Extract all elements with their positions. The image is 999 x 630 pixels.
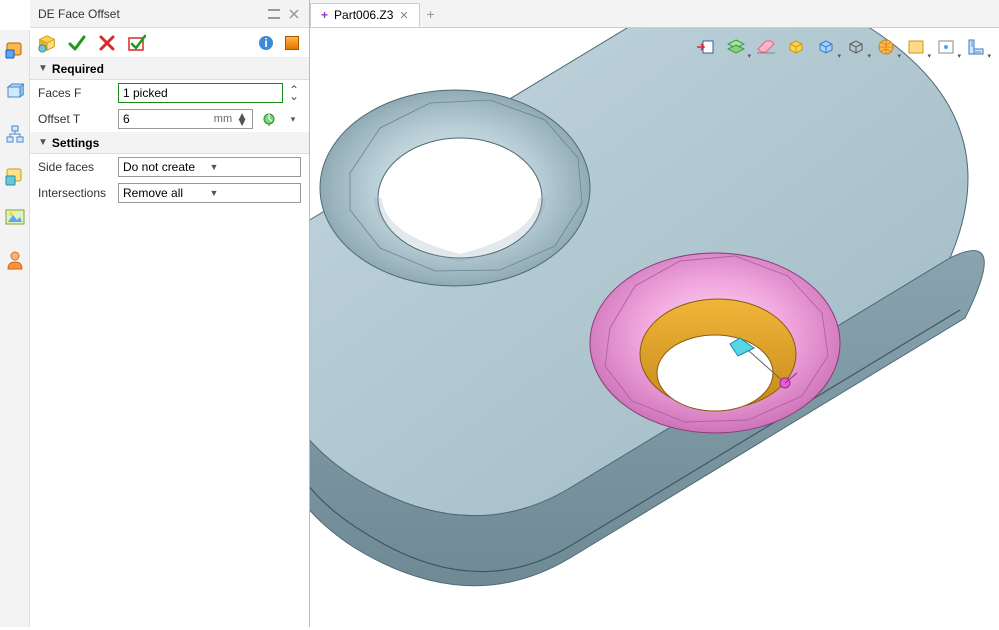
offset-unit: mm (214, 113, 234, 125)
view-ruler-icon[interactable] (965, 36, 987, 58)
properties-panel: DE Face Offset (30, 0, 310, 627)
rail-image-icon[interactable] (3, 206, 27, 230)
view-grid-icon[interactable] (935, 36, 957, 58)
panel-close-icon[interactable] (287, 7, 301, 21)
ok-button[interactable] (66, 32, 88, 54)
offset-flip-icon[interactable]: ▾ (285, 111, 301, 127)
intersections-label: Intersections (38, 186, 114, 200)
svg-text:i: i (264, 36, 267, 50)
rail-user-icon[interactable] (3, 248, 27, 272)
new-tab-button[interactable]: + (420, 0, 442, 27)
command-row: i (30, 28, 309, 58)
field-offset: Offset T mm ▲▼ ▾ (30, 106, 309, 132)
left-rail (0, 30, 30, 627)
view-face-icon[interactable] (905, 36, 927, 58)
view-insert-icon[interactable] (695, 36, 717, 58)
section-settings-header[interactable]: ▼ Settings (30, 132, 309, 154)
offset-measure-icon[interactable] (261, 111, 277, 127)
hole-left (320, 90, 590, 286)
field-faces: Faces F ⌃⌄ (30, 80, 309, 106)
tab-label: Part006.Z3 (334, 8, 393, 22)
document-tab-active[interactable]: + Part006.Z3 ✕ (310, 3, 420, 27)
rail-manager-icon[interactable] (3, 38, 27, 62)
document-tab-bar: + Part006.Z3 ✕ + (310, 0, 999, 28)
info-button[interactable]: i (255, 32, 277, 54)
cancel-button[interactable] (96, 32, 118, 54)
3d-model (310, 28, 999, 627)
rail-box-icon[interactable] (3, 80, 27, 104)
rail-part-icon[interactable] (3, 164, 27, 188)
side-faces-label: Side faces (38, 160, 114, 174)
side-faces-dropdown[interactable]: Do not create ▼ (118, 157, 301, 177)
panel-collapse-icon[interactable] (267, 7, 281, 21)
faces-label: Faces F (38, 86, 114, 100)
rail-hierarchy-icon[interactable] (3, 122, 27, 146)
faces-input[interactable] (118, 83, 283, 103)
offset-input[interactable] (123, 112, 214, 126)
intersections-dropdown[interactable]: Remove all ▼ (118, 183, 301, 203)
view-toolbar (691, 34, 991, 60)
intersections-value: Remove all (123, 186, 210, 200)
offset-spinner[interactable]: ▲▼ (236, 113, 248, 125)
view-globe-icon[interactable] (875, 36, 897, 58)
panel-title: DE Face Offset (38, 7, 267, 21)
offset-input-wrap: mm ▲▼ (118, 109, 253, 129)
faces-picker-icon[interactable]: ⌃⌄ (289, 85, 301, 101)
tab-close-icon[interactable]: ✕ (399, 9, 408, 22)
view-layers-icon[interactable] (725, 36, 747, 58)
view-solid-icon[interactable] (785, 36, 807, 58)
tab-modified-icon: + (321, 8, 328, 22)
disclosure-triangle-icon: ▼ (38, 63, 48, 74)
side-faces-value: Do not create (123, 160, 210, 174)
section-required-header[interactable]: ▼ Required (30, 58, 309, 80)
view-eraser-icon[interactable] (755, 36, 777, 58)
field-side-faces: Side faces Do not create ▼ (30, 154, 309, 180)
view-wireframe-icon[interactable] (845, 36, 867, 58)
chevron-down-icon: ▼ (210, 188, 297, 198)
feature-icon[interactable] (36, 32, 58, 54)
chevron-down-icon: ▼ (210, 162, 297, 172)
section-required-label: Required (52, 62, 104, 76)
disclosure-triangle-icon: ▼ (38, 137, 48, 148)
view-shade-icon[interactable] (815, 36, 837, 58)
3d-viewport[interactable] (310, 28, 999, 627)
panel-title-bar: DE Face Offset (30, 0, 309, 28)
hole-right-selected (590, 253, 840, 433)
offset-label: Offset T (38, 112, 114, 126)
section-settings-label: Settings (52, 136, 99, 150)
field-intersections: Intersections Remove all ▼ (30, 180, 309, 206)
apply-button[interactable] (126, 32, 148, 54)
bookmark-button[interactable] (281, 32, 303, 54)
